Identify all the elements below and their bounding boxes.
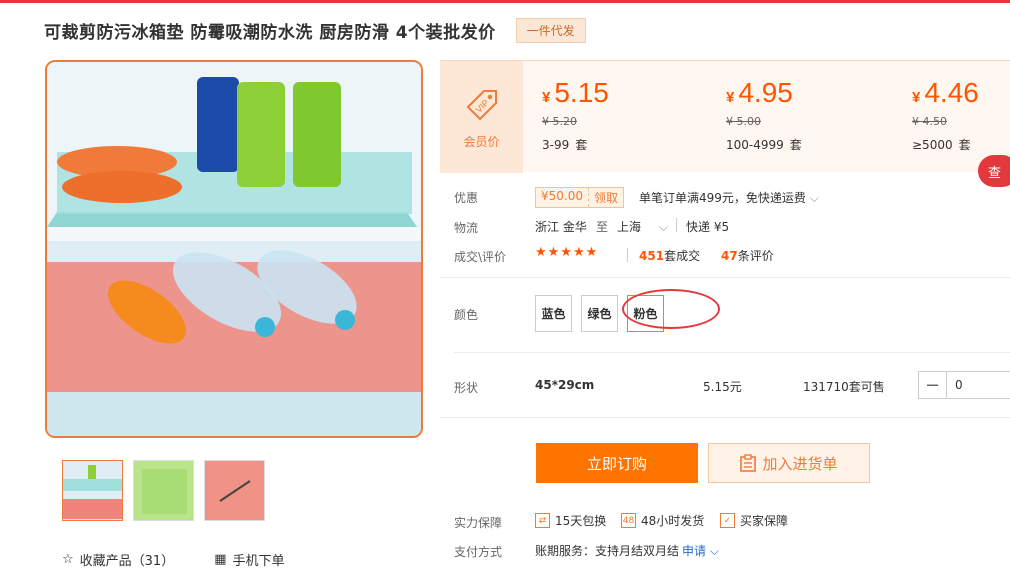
- dropship-tag[interactable]: 一件代发: [515, 18, 586, 43]
- shipping-offer[interactable]: 单笔订单满499元，免快递运费 ⌵: [639, 189, 819, 206]
- ship-to-select[interactable]: 上海 ⌵: [617, 218, 668, 235]
- vip-badge: VIP 会员价: [440, 61, 523, 173]
- offers-label: 优惠: [454, 191, 479, 205]
- side-search-tab[interactable]: 查: [978, 155, 1010, 187]
- tier-quantity: 3-99 套: [542, 138, 588, 152]
- favorite-link[interactable]: ☆ 收藏产品（31）: [62, 550, 174, 569]
- add-to-cart-label: 加入进货单: [762, 454, 838, 473]
- bottom-links: ☆ 收藏产品（31） ▦ 手机下单: [62, 550, 285, 569]
- tier-old-price: ¥ 4.50: [912, 115, 947, 128]
- deals-link[interactable]: 451套成交: [639, 247, 700, 264]
- logistics-label: 物流: [454, 221, 479, 235]
- buy-now-button[interactable]: 立即订购: [536, 443, 698, 483]
- fridge-illustration: [47, 62, 421, 436]
- tier-price: ¥5.15: [542, 77, 609, 108]
- annotation-circle: [622, 289, 720, 329]
- thumbnail-strip: [62, 460, 265, 521]
- mobile-order-link[interactable]: ▦ 手机下单: [214, 550, 284, 569]
- decrease-button[interactable]: −: [919, 372, 947, 398]
- thumbnail-1[interactable]: [62, 460, 123, 521]
- star-outline-icon: ☆: [62, 552, 74, 567]
- divider: [440, 417, 1010, 418]
- thumbnail-3[interactable]: [204, 460, 265, 521]
- quantity-input[interactable]: 0: [947, 372, 1010, 398]
- quantity-stepper: − 0: [918, 371, 1010, 399]
- chevron-down-icon: ⌵: [709, 544, 719, 558]
- ship-to-word: 至: [596, 220, 609, 234]
- tier-quantity: ≥5000 套: [912, 138, 971, 152]
- separator: [627, 248, 628, 262]
- ship-from: 浙江 金华: [535, 220, 587, 234]
- coupon-amount: ¥50.00: [541, 189, 583, 203]
- favorite-label: 收藏产品（31）: [79, 554, 175, 569]
- rating-stars: ★★★★★: [535, 245, 599, 260]
- express-fee: 快递 ¥5: [686, 220, 730, 234]
- price-box: VIP 会员价 ¥5.15 ¥ 5.20 3-99 套 ¥4.95 ¥ 5.00 …: [440, 60, 1010, 173]
- color-option-blue[interactable]: 蓝色: [535, 295, 572, 332]
- vip-tag-icon: VIP: [466, 89, 497, 120]
- color-option-green[interactable]: 绿色: [581, 295, 618, 332]
- exchange-icon: ⇄: [535, 513, 550, 528]
- shape-name: 45*29cm: [535, 378, 595, 392]
- product-title: 可裁剪防污冰箱垫 防霉吸潮防水洗 厨房防滑 4个装批发价: [44, 23, 496, 43]
- add-to-cart-button[interactable]: 加入进货单: [708, 443, 870, 483]
- guarantee-exchange[interactable]: ⇄ 15天包换: [535, 512, 606, 529]
- chevron-down-icon: ⌵: [658, 220, 668, 234]
- price-tier-2: ¥4.95 ¥ 5.00 100-4999 套: [726, 77, 802, 153]
- tier-price: ¥4.95: [726, 77, 793, 108]
- coupon-button[interactable]: ¥50.00 领取: [535, 187, 625, 208]
- payment-text: 账期服务：支持月结双月结: [535, 544, 680, 558]
- reviews-link[interactable]: 47条评价: [721, 247, 774, 264]
- price-tier-3: ¥4.46 ¥ 4.50 ≥5000 套: [912, 77, 979, 153]
- coupon-claim: 领取: [588, 188, 623, 207]
- color-label: 颜色: [454, 308, 479, 322]
- guarantee-label: 实力保障: [454, 516, 503, 530]
- shape-label: 形状: [454, 381, 479, 395]
- tier-old-price: ¥ 5.20: [542, 115, 577, 128]
- divider: [454, 352, 1010, 353]
- chevron-down-icon: ⌵: [809, 191, 819, 205]
- payment-apply-link[interactable]: 申请 ⌵: [682, 542, 719, 559]
- thumbnail-2[interactable]: [133, 460, 194, 521]
- qr-code-icon: ▦: [214, 552, 227, 567]
- guarantee-ship-48h[interactable]: 48 48小时发货: [621, 512, 704, 529]
- vip-label: 会员价: [463, 134, 500, 149]
- top-accent-bar: [0, 0, 1010, 3]
- clipboard-icon: [740, 454, 757, 472]
- divider: [440, 277, 1010, 278]
- clock-48-icon: 48: [621, 513, 636, 528]
- main-product-image[interactable]: [45, 60, 423, 438]
- mobile-order-label: 手机下单: [232, 554, 285, 569]
- payment-label: 支付方式: [454, 545, 503, 559]
- reviews-label: 成交\评价: [454, 250, 507, 264]
- price-tier-1: ¥5.15 ¥ 5.20 3-99 套: [542, 77, 609, 153]
- tier-old-price: ¥ 5.00: [726, 115, 761, 128]
- shape-stock: 131710套可售: [803, 380, 885, 394]
- shield-icon: ✓: [720, 513, 735, 528]
- tier-quantity: 100-4999 套: [726, 138, 802, 152]
- separator: [676, 218, 677, 232]
- guarantee-buyer[interactable]: ✓ 买家保障: [720, 512, 788, 529]
- shape-price: 5.15元: [703, 380, 742, 394]
- tier-price: ¥4.46: [912, 77, 979, 108]
- title-row: 可裁剪防污冰箱垫 防霉吸潮防水洗 厨房防滑 4个装批发价 一件代发: [44, 18, 586, 43]
